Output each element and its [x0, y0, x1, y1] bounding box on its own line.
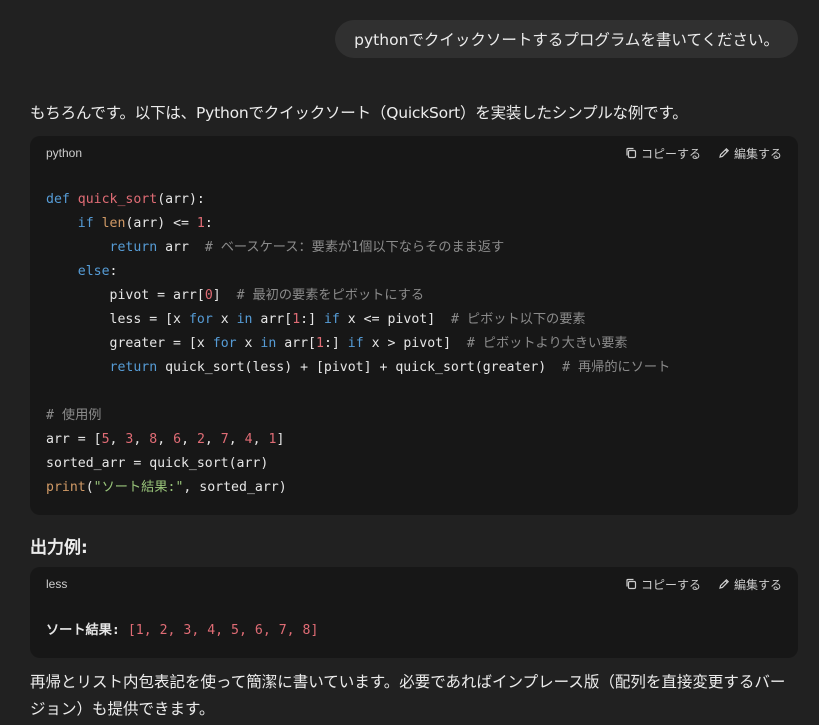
output-value: [1, 2, 3, 4, 5, 6, 7, 8] — [127, 623, 319, 638]
copy-output-button[interactable]: コピーする — [625, 576, 701, 593]
code-content: def quick_sort(arr): if len(arr) <= 1: r… — [46, 188, 670, 500]
copy-icon — [626, 147, 637, 159]
edit-code-label: 編集する — [733, 146, 782, 161]
edit-output-button[interactable]: 編集する — [718, 576, 782, 593]
copy-code-label: コピーする — [640, 146, 701, 161]
pencil-icon — [719, 578, 730, 589]
code-line: print("ソート結果:", sorted_arr) — [46, 480, 287, 495]
user-message-bubble: pythonでクイックソートするプログラムを書いてください。 — [335, 20, 798, 58]
code-line: pivot = arr[0] # 最初の要素をピボットにする — [109, 288, 425, 303]
code-line: return arr # ベースケース：要素が1個以下ならそのまま返す — [109, 240, 505, 255]
output-content: ソート結果: [1, 2, 3, 4, 5, 6, 7, 8] — [46, 619, 318, 643]
code-line: else: — [77, 264, 118, 279]
code-language-label: python — [46, 146, 83, 160]
output-block-header: less コピーする 編集する — [30, 567, 798, 601]
code-line: return quick_sort(less) + [pivot] + quic… — [109, 360, 671, 375]
user-message-text: pythonでクイックソートするプログラムを書いてください。 — [354, 31, 779, 49]
output-block-actions: コピーする 編集する — [625, 576, 782, 593]
code-line: arr = [5, 3, 8, 6, 2, 7, 4, 1] — [46, 432, 285, 447]
pencil-icon — [719, 147, 730, 158]
edit-code-button[interactable]: 編集する — [718, 145, 782, 162]
code-line: def quick_sort(arr): — [46, 192, 205, 207]
code-line: sorted_arr = quick_sort(arr) — [46, 456, 269, 471]
code-line: greater = [x for x in arr[1:] if x > piv… — [109, 336, 628, 351]
edit-output-label: 編集する — [733, 577, 782, 592]
code-block-header: python コピーする 編集する — [30, 136, 798, 170]
assistant-closing-text: 再帰とリスト内包表記を使って簡潔に書いています。必要であればインプレース版（配列… — [30, 673, 786, 718]
output-label: ソート結果: — [46, 623, 120, 638]
copy-output-label: コピーする — [640, 577, 701, 592]
copy-code-button[interactable]: コピーする — [625, 145, 701, 162]
code-line: less = [x for x in arr[1:] if x <= pivot… — [109, 312, 586, 327]
code-block-actions: コピーする 編集する — [625, 145, 782, 162]
copy-icon — [626, 578, 637, 590]
output-heading: 出力例: — [30, 538, 88, 558]
code-line: if len(arr) <= 1: — [77, 216, 213, 231]
code-line: # 使用例 — [46, 408, 102, 423]
code-block: python コピーする 編集する def quick_sort(arr): i… — [30, 136, 798, 515]
output-language-label: less — [46, 577, 68, 591]
assistant-intro-text: もちろんです。以下は、Pythonでクイックソート（QuickSort）を実装し… — [30, 104, 688, 122]
output-code-block: less コピーする 編集する ソート結果: [1, 2, 3, 4, 5, 6… — [30, 567, 798, 658]
